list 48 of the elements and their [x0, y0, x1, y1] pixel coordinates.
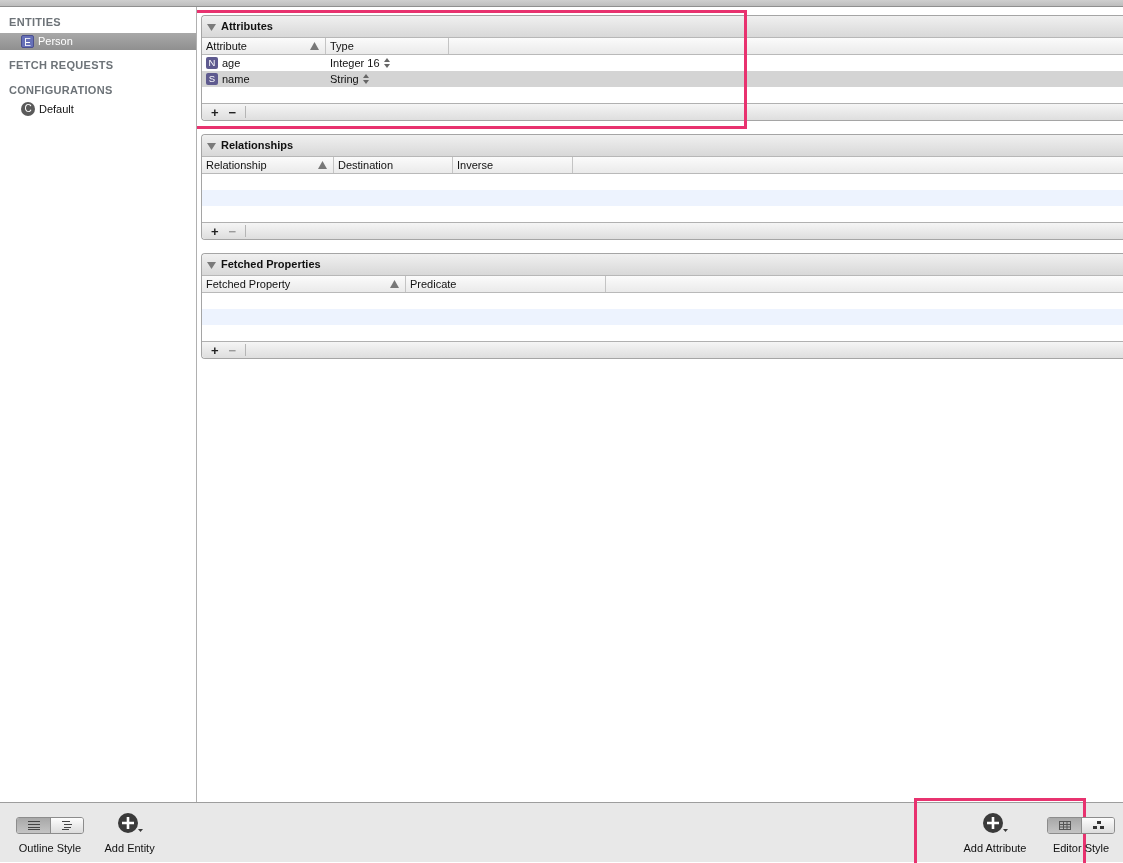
column-header[interactable]: Fetched Property: [202, 276, 406, 292]
configuration-badge: C: [21, 102, 35, 116]
add-button[interactable]: [116, 811, 143, 834]
stepper-icon: [362, 74, 369, 84]
panel-title: Relationships: [221, 138, 294, 154]
sidebar-item[interactable]: E Person: [0, 32, 196, 50]
attribute-name: name: [222, 71, 250, 87]
add-button[interactable]: +: [206, 223, 224, 239]
column-header[interactable]: Type: [326, 38, 449, 54]
entity-badge: E: [21, 34, 34, 48]
table-row[interactable]: S name String: [202, 71, 1123, 87]
add-button[interactable]: +: [206, 104, 224, 120]
item-label: Default: [39, 101, 74, 117]
type-badge: S: [206, 73, 218, 85]
segment-button[interactable]: [1081, 817, 1114, 833]
add-button[interactable]: [982, 811, 1008, 834]
type-value: Integer 16: [330, 55, 380, 71]
add-button[interactable]: +: [206, 342, 224, 358]
segment-button[interactable]: [50, 817, 83, 833]
section-heading: CONFIGURATIONS: [8, 83, 114, 98]
column-header[interactable]: Relationship: [202, 157, 334, 173]
column-header[interactable]: Attribute: [202, 38, 326, 54]
column-header[interactable]: Inverse: [453, 157, 573, 173]
list-icon: [27, 820, 40, 830]
toolbar-label: Outline Style: [18, 840, 82, 856]
type-badge: N: [206, 57, 218, 69]
segment-button[interactable]: [17, 817, 50, 833]
disclosure-triangle-icon[interactable]: [207, 141, 216, 150]
type-value: String: [330, 71, 359, 87]
panel-title: Attributes: [221, 19, 273, 35]
sidebar-item[interactable]: C Default: [0, 100, 196, 118]
disclosure-triangle-icon[interactable]: [207, 22, 216, 31]
column-header[interactable]: Destination: [334, 157, 453, 173]
toolbar-label: Add Entity: [104, 840, 155, 856]
table-row[interactable]: N age Integer 16: [202, 55, 1123, 71]
toolbar-label: Add Attribute: [963, 840, 1027, 856]
disclosure-triangle-icon[interactable]: [207, 260, 216, 269]
stepper-icon: [383, 58, 390, 68]
column-header[interactable]: Predicate: [406, 276, 606, 292]
outline-icon: [62, 820, 72, 830]
section-heading: FETCH REQUESTS: [8, 57, 115, 73]
item-label: Person: [38, 33, 73, 49]
panel-title: Fetched Properties: [221, 257, 321, 273]
graph-icon: [1092, 820, 1104, 830]
remove-button[interactable]: −: [223, 104, 242, 120]
grid-icon: [1058, 820, 1071, 830]
section-heading: ENTITIES: [8, 15, 62, 30]
attribute-name: age: [222, 55, 241, 71]
